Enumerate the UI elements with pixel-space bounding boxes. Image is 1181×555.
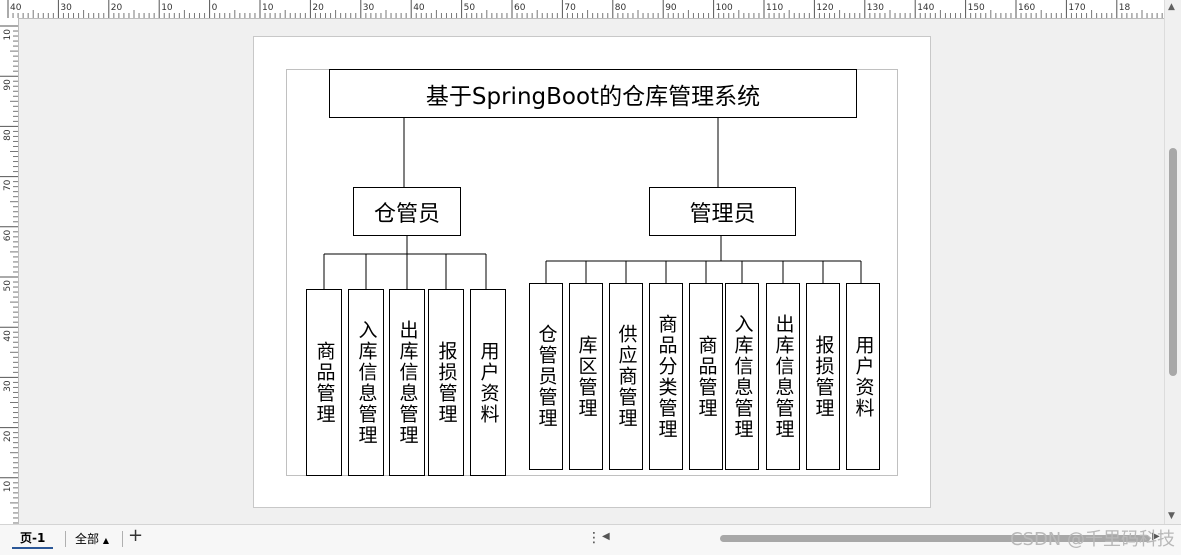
scroll-down-icon[interactable]: ▼: [1168, 511, 1175, 521]
module-label: 商品分类管理: [655, 313, 678, 440]
ruler-tick-label: 110: [766, 3, 783, 13]
ruler-tick-label: 80: [3, 129, 13, 141]
ruler-tick-label: 10: [161, 3, 173, 13]
module-box[interactable]: 商品分类管理: [649, 283, 683, 470]
scroll-left-icon[interactable]: ◀: [602, 531, 610, 542]
module-box[interactable]: 用户资料: [846, 283, 880, 470]
vertical-scroll-thumb[interactable]: [1169, 148, 1177, 376]
module-label: 供应商管理: [615, 324, 638, 429]
module-box[interactable]: 报损管理: [428, 289, 464, 476]
module-box[interactable]: 库区管理: [569, 283, 603, 470]
ruler-tick-label: 120: [816, 3, 833, 13]
module-label: 商品管理: [695, 334, 718, 419]
vertical-ruler: 109080706050403020100: [0, 18, 19, 537]
vertical-scrollbar[interactable]: ▲ ▼: [1164, 0, 1181, 524]
ruler-tick-label: 18: [1119, 3, 1131, 13]
module-label: 用户资料: [852, 334, 875, 419]
ruler-tick-label: 30: [363, 3, 375, 13]
ruler-tick-label: 140: [917, 3, 934, 13]
system-title-box[interactable]: 基于SpringBoot的仓库管理系统: [329, 69, 857, 118]
ruler-tick-label: 90: [3, 79, 13, 91]
module-box[interactable]: 商品管理: [689, 283, 723, 470]
caret-up-icon: ▲: [102, 536, 109, 545]
ruler-tick-label: 40: [10, 3, 22, 13]
module-label: 报损管理: [812, 334, 835, 419]
ruler-tick-label: 30: [60, 3, 72, 13]
horizontal-scrollbar[interactable]: ◀ ▶: [602, 531, 1162, 545]
ruler-tick-label: 60: [514, 3, 526, 13]
module-label: 用户资料: [477, 340, 500, 425]
scroll-up-icon[interactable]: ▲: [1168, 2, 1175, 12]
horizontal-ruler: 40 30 20 10 0 10 20 30 40 50 60 70 80 90 100 110 120 130 1…: [0, 0, 1164, 19]
tab-page-1[interactable]: 页-1: [12, 528, 54, 549]
ruler-tick-label: 90: [665, 3, 677, 13]
ruler-tick-label: 150: [968, 3, 985, 13]
ruler-tick-label: 70: [564, 3, 576, 13]
ruler-tick-label: 10: [262, 3, 274, 13]
module-box[interactable]: 出库信息管理: [766, 283, 800, 470]
ruler-tick-label: 160: [1018, 3, 1035, 13]
ruler-tick-label: 30: [3, 380, 13, 392]
module-label: 商品管理: [313, 340, 336, 425]
drawing-page: 基于SpringBoot的仓库管理系统 仓管员 管理员 商品管理 入库信息管理 …: [253, 36, 931, 508]
horizontal-scroll-thumb[interactable]: [720, 535, 1150, 542]
module-label: 出库信息管理: [772, 313, 795, 440]
module-label: 报损管理: [435, 340, 458, 425]
tab-all-pages[interactable]: 全部 ▲: [75, 530, 109, 547]
ruler-tick-label: 100: [716, 3, 733, 13]
module-label: 出库信息管理: [396, 319, 419, 446]
ruler-tick-label: 20: [111, 3, 123, 13]
role-label: 仓管员: [373, 201, 440, 227]
ruler-tick-label: 80: [615, 3, 627, 13]
ruler-tick-label: 130: [867, 3, 884, 13]
ruler-tick-label: 60: [3, 230, 13, 242]
role-label: 管理员: [689, 201, 756, 227]
module-box[interactable]: 用户资料: [470, 289, 506, 476]
ruler-tick-label: 20: [3, 430, 13, 442]
module-box[interactable]: 入库信息管理: [725, 283, 759, 470]
divider: [122, 531, 123, 547]
ruler-tick-label: 10: [3, 29, 13, 41]
module-label: 仓管员管理: [535, 324, 558, 429]
plus-icon[interactable]: +: [128, 526, 143, 546]
module-box[interactable]: 仓管员管理: [529, 283, 563, 470]
divider: [65, 531, 66, 547]
ruler-tick-label: 40: [413, 3, 425, 13]
module-label: 入库信息管理: [355, 319, 378, 446]
module-box[interactable]: 供应商管理: [609, 283, 643, 470]
ruler-tick-label: 0: [212, 3, 218, 13]
module-box[interactable]: 入库信息管理: [348, 289, 384, 476]
ruler-tick-label: 10: [3, 481, 13, 493]
module-label: 库区管理: [575, 334, 598, 419]
role-box-administrator[interactable]: 管理员: [649, 187, 796, 236]
vertical-ellipsis-icon[interactable]: ⋮: [587, 530, 601, 546]
system-title: 基于SpringBoot的仓库管理系统: [425, 83, 761, 110]
scroll-right-icon[interactable]: ▶: [1152, 531, 1160, 542]
module-box[interactable]: 出库信息管理: [389, 289, 425, 476]
ruler-tick-label: 170: [1068, 3, 1085, 13]
ruler-tick-label: 50: [464, 3, 476, 13]
ruler-tick-label: 20: [312, 3, 324, 13]
ruler-tick-label: 50: [3, 280, 13, 292]
tab-all-label: 全部: [75, 532, 100, 546]
ruler-tick-label: 40: [3, 330, 13, 342]
status-bar: 页-1 全部 ▲ + ⋮ ◀ ▶ CSDN @千里码科技: [0, 524, 1181, 555]
module-box[interactable]: 报损管理: [806, 283, 840, 470]
role-box-warehouse-keeper[interactable]: 仓管员: [353, 187, 461, 236]
ruler-tick-label: 70: [3, 179, 13, 191]
module-box[interactable]: 商品管理: [306, 289, 342, 476]
module-label: 入库信息管理: [731, 313, 754, 440]
